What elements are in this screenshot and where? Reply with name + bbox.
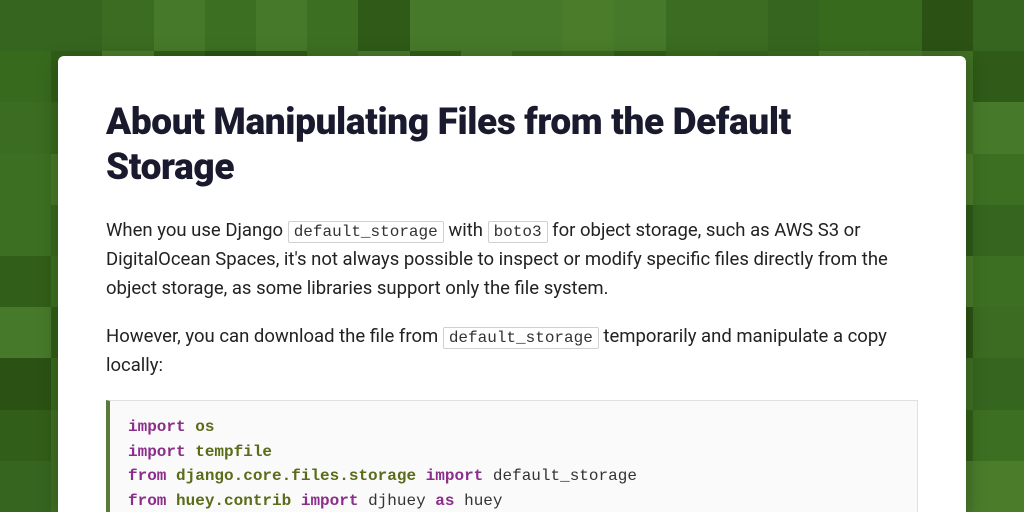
inline-code-boto3: boto3 [488,221,548,243]
keyword-import: import [301,492,359,510]
keyword-import: import [128,443,186,461]
text: with [444,219,488,241]
paragraph-2: However, you can download the file from … [106,322,918,379]
code-block: import os import tempfile from django.co… [106,400,918,512]
module-tempfile: tempfile [195,443,272,461]
page-title: About Manipulating Files from the Defaul… [106,100,918,190]
module-django-storage: django.core.files.storage [176,467,416,485]
keyword-import: import [426,467,484,485]
keyword-as: as [435,492,454,510]
keyword-from: from [128,492,166,510]
identifier-default-storage: default_storage [493,467,637,485]
inline-code-default-storage: default_storage [288,221,444,243]
text: When you use Django [106,219,288,241]
module-os: os [195,418,214,436]
keyword-import: import [128,418,186,436]
keyword-from: from [128,467,166,485]
paragraph-1: When you use Django default_storage with… [106,216,918,302]
article-card: About Manipulating Files from the Defaul… [58,56,966,512]
identifier-djhuey: djhuey [368,492,426,510]
module-huey-contrib: huey.contrib [176,492,291,510]
identifier-huey: huey [464,492,502,510]
text: However, you can download the file from [106,325,443,347]
inline-code-default-storage-2: default_storage [443,327,599,349]
